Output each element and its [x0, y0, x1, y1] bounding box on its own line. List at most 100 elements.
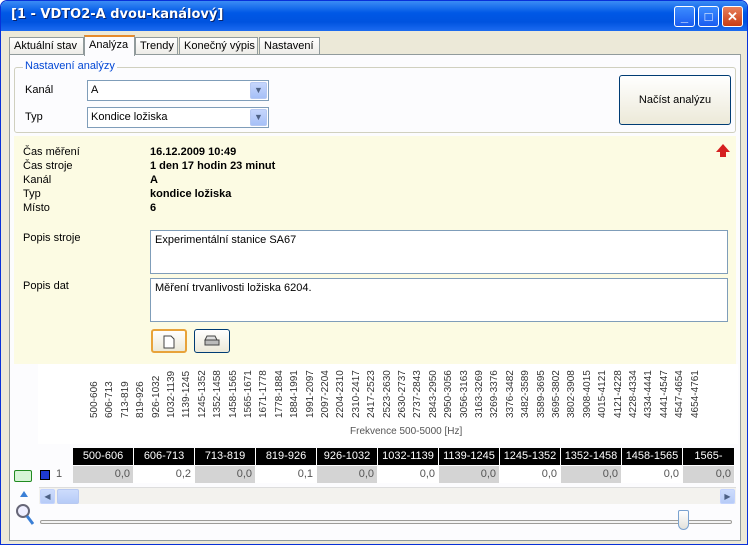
- tab-analyza[interactable]: Analýza: [84, 35, 135, 56]
- place-label: Místo: [23, 202, 50, 214]
- tab-trendy[interactable]: Trendy: [135, 37, 178, 55]
- load-analysis-button[interactable]: Načíst analýzu: [619, 75, 731, 125]
- measure-time-label: Čas měření: [23, 146, 80, 158]
- column-header[interactable]: 1245-1352: [500, 448, 561, 465]
- category-label: 3482-3589: [520, 370, 532, 418]
- column-header[interactable]: 606-713: [134, 448, 195, 465]
- zoom-icon[interactable]: [14, 491, 34, 531]
- column-header[interactable]: 1458-1565: [622, 448, 683, 465]
- position-slider-track[interactable]: [40, 520, 732, 524]
- printer-icon: [204, 335, 220, 346]
- x-axis-label: Frekvence 500-5000 [Hz]: [350, 426, 463, 437]
- category-label: 1565-1671: [243, 370, 254, 418]
- table-cell[interactable]: 0,0: [317, 466, 378, 483]
- category-label: 1245-1352: [196, 370, 208, 418]
- category-label: 4547-4654: [674, 370, 686, 418]
- category-label: 1991-2097: [304, 370, 316, 418]
- category-label: 2523-2630: [381, 370, 393, 418]
- type-label: Typ: [25, 111, 43, 123]
- category-label: 2310-2417: [350, 370, 362, 418]
- new-document-button[interactable]: [151, 329, 187, 353]
- category-label: 606-713: [104, 381, 116, 418]
- category-label: 3163-3269: [474, 370, 485, 418]
- chevron-down-icon[interactable]: ▼: [250, 109, 267, 126]
- category-label: 4228-4334: [628, 370, 639, 418]
- category-label: 3269-3376: [489, 370, 501, 418]
- minimize-button[interactable]: _: [674, 6, 695, 27]
- horizontal-scrollbar[interactable]: ◀ ▶: [39, 487, 736, 504]
- machine-desc-label: Popis stroje: [23, 232, 81, 244]
- category-label: 926-1032: [150, 375, 162, 418]
- group-legend: Nastavení analýzy: [23, 60, 117, 72]
- channel-label: Kanál: [25, 84, 54, 96]
- scroll-right-button[interactable]: ▶: [720, 489, 735, 504]
- channel-select[interactable]: A ▼: [87, 80, 269, 101]
- category-label: 4654-4761: [689, 370, 701, 418]
- analysis-panel: Nastavení analýzy Kanál A ▼ Typ Kondice …: [9, 54, 741, 541]
- category-label: 1458-1565: [227, 370, 239, 418]
- column-header[interactable]: 1032-1139: [378, 448, 439, 465]
- channel-info-label: Kanál: [23, 174, 52, 186]
- table-cell[interactable]: 0,1: [256, 466, 317, 483]
- row-number: 1: [56, 468, 63, 480]
- data-desc-field[interactable]: Měření trvanlivosti ložiska 6204.: [150, 278, 728, 322]
- category-label: 4441-4547: [658, 370, 670, 418]
- category-label: 500-606: [89, 381, 100, 418]
- row-indicator-icon[interactable]: [14, 470, 32, 482]
- column-header[interactable]: 1352-1458: [561, 448, 622, 465]
- maximize-button[interactable]: □: [698, 6, 719, 27]
- category-label: 3376-3482: [504, 370, 516, 418]
- category-label: 1778-1884: [273, 370, 285, 418]
- category-label: 2204-2310: [335, 370, 347, 418]
- table-cell[interactable]: 0,2: [134, 466, 195, 483]
- category-label: 713-819: [119, 381, 131, 418]
- table-cell[interactable]: 0,0: [73, 466, 134, 483]
- category-label: 1671-1778: [258, 370, 270, 418]
- column-header[interactable]: 819-926: [256, 448, 317, 465]
- table-cell[interactable]: 0,0: [500, 466, 561, 483]
- category-label: 4334-4441: [643, 370, 655, 418]
- machine-time-value: 1 den 17 hodin 23 minut: [150, 160, 276, 172]
- frequency-chart: 500-606 606-713 713-819 819-926 926-1032 1032…: [38, 364, 738, 444]
- scroll-left-button[interactable]: ◀: [40, 489, 55, 504]
- measure-time-value: 16.12.2009 10:49: [150, 146, 237, 158]
- type-info-label: Typ: [23, 188, 41, 200]
- type-select[interactable]: Kondice ložiska ▼: [87, 107, 269, 128]
- type-info-value: kondice ložiska: [150, 188, 232, 200]
- category-label: 4121-4228: [612, 370, 624, 418]
- title-bar[interactable]: [1 - VDTO2-A dvou-kanálový] _ □ ✕: [1, 1, 747, 31]
- column-header[interactable]: 1565-1671: [683, 448, 735, 479]
- data-desc-label: Popis dat: [23, 280, 69, 292]
- category-label: 2417-2523: [366, 370, 378, 418]
- table-cell[interactable]: 0,0: [683, 466, 735, 483]
- table-cell[interactable]: 0,0: [439, 466, 500, 483]
- document-icon: [163, 335, 175, 349]
- category-label: 3908-4015: [581, 370, 593, 418]
- up-arrow-icon-stem: [720, 151, 726, 157]
- category-label: 2737-2843: [412, 370, 424, 418]
- print-button[interactable]: [194, 329, 230, 353]
- info-panel: Čas měření 16.12.2009 10:49 Čas stroje 1…: [14, 136, 736, 364]
- tab-aktualni-stav[interactable]: Aktuální stav: [9, 37, 84, 55]
- column-header[interactable]: 926-1032: [317, 448, 378, 465]
- chevron-down-icon[interactable]: ▼: [250, 82, 267, 99]
- type-select-value: Kondice ložiska: [91, 111, 168, 123]
- tab-nastaveni[interactable]: Nastavení: [259, 37, 320, 55]
- category-label: 3695-3802: [551, 370, 562, 418]
- column-header[interactable]: 500-606: [73, 448, 134, 465]
- channel-info-value: A: [150, 174, 158, 186]
- table-cell[interactable]: 0,0: [195, 466, 256, 483]
- category-label: 819-926: [135, 381, 147, 418]
- table-cell[interactable]: 0,0: [561, 466, 622, 483]
- column-header[interactable]: 1139-1245: [439, 448, 500, 465]
- table-cell[interactable]: 0,0: [622, 466, 683, 483]
- machine-desc-field[interactable]: Experimentální stanice SA67: [150, 230, 728, 274]
- table-cell[interactable]: 0,0: [378, 466, 439, 483]
- category-label: 2097-2204: [320, 370, 331, 418]
- column-header[interactable]: 713-819: [195, 448, 256, 465]
- position-slider-thumb[interactable]: [678, 510, 689, 530]
- close-button[interactable]: ✕: [722, 6, 743, 27]
- scroll-thumb[interactable]: [57, 489, 79, 504]
- machine-time-label: Čas stroje: [23, 160, 73, 172]
- tab-konecny-vypis[interactable]: Konečný výpis: [179, 37, 258, 55]
